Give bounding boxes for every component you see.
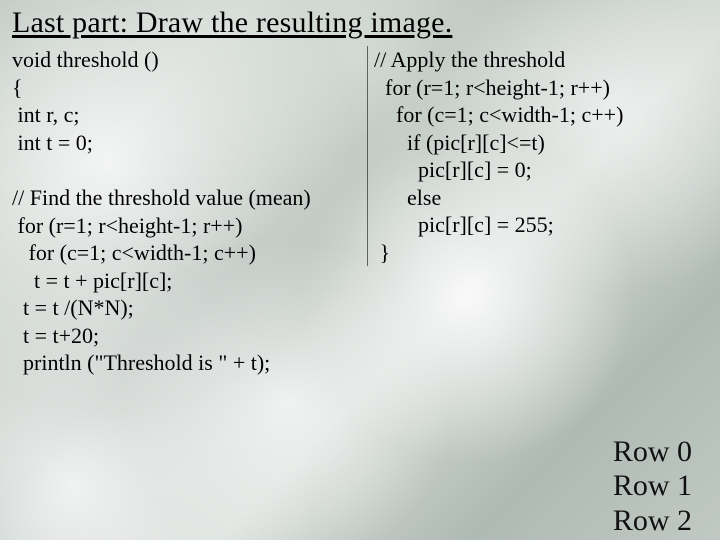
code-column-left: void threshold () { int r, c; int t = 0;…	[12, 46, 367, 377]
code-column-right: // Apply the threshold for (r=1; r<heigh…	[367, 46, 697, 266]
row-label-0: Row 0	[613, 435, 692, 470]
slide-title: Last part: Draw the resulting image.	[12, 6, 708, 40]
slide: Last part: Draw the resulting image. voi…	[0, 0, 720, 540]
code-block-apply-threshold: // Apply the threshold for (r=1; r<heigh…	[374, 46, 697, 266]
row-labels: Row 0 Row 1 Row 2	[613, 435, 692, 539]
code-block-declaration: void threshold () { int r, c; int t = 0;	[12, 46, 359, 156]
code-columns: void threshold () { int r, c; int t = 0;…	[12, 46, 708, 377]
code-block-find-threshold: // Find the threshold value (mean) for (…	[12, 184, 359, 377]
row-label-1: Row 1	[613, 469, 692, 504]
row-label-2: Row 2	[613, 504, 692, 539]
